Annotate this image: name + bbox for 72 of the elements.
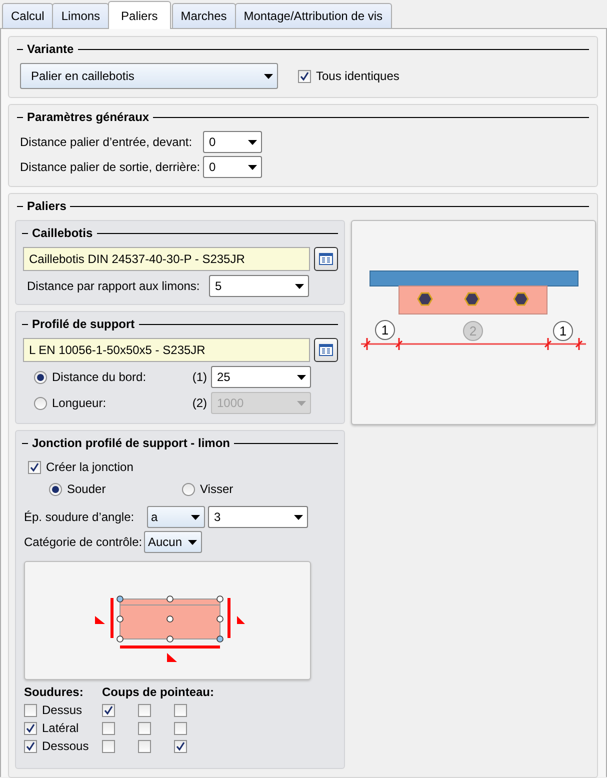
caret-icon	[248, 164, 257, 170]
dropdown[interactable]: 0	[203, 156, 262, 178]
dropdown[interactable]: a	[147, 506, 205, 528]
column-heading: Coups de pointeau:	[102, 685, 215, 699]
catalog-button[interactable]	[314, 338, 338, 362]
checkbox[interactable]	[24, 704, 37, 716]
radio-label: Souder	[67, 482, 106, 496]
caret-icon	[264, 74, 273, 78]
checkbox[interactable]	[24, 740, 37, 752]
material-field[interactable]: Caillebotis DIN 24537-40-30-P - S235JR	[23, 247, 310, 271]
radio-label: Longueur:	[52, 396, 106, 410]
variant-dropdown[interactable]: Palier en caillebotis	[20, 63, 278, 89]
dropdown[interactable]: 0	[203, 131, 262, 153]
caret-icon	[295, 284, 304, 288]
radio-label: Distance du bord:	[52, 370, 146, 384]
tab[interactable]: Calcul	[2, 3, 54, 28]
dropdown[interactable]: Aucun	[144, 531, 202, 553]
group-title: Jonction profilé de support - limon	[32, 436, 230, 450]
checkbox-label: Tous identiques	[316, 69, 400, 83]
radio-button[interactable]	[49, 482, 62, 496]
checkbox[interactable]	[174, 704, 187, 716]
checkbox[interactable]	[102, 722, 115, 734]
caret-icon	[297, 374, 306, 380]
tab[interactable]: Montage/Attribution de vis	[234, 3, 392, 28]
catalog-icon	[319, 344, 333, 356]
radio-label: Visser	[200, 482, 234, 496]
checkbox-label: Dessus	[42, 703, 82, 717]
field-label: Distance palier de sortie, derrière:	[20, 160, 202, 174]
callout-marker: 1	[375, 320, 395, 340]
option-number: (1)	[191, 370, 207, 384]
column-heading: Soudures:	[24, 685, 84, 699]
caret-icon	[191, 514, 200, 520]
checkbox[interactable]	[174, 740, 187, 752]
tab[interactable]: Marches	[172, 3, 236, 28]
dropdown[interactable]: 25	[211, 366, 311, 388]
callout-marker: 1	[553, 321, 573, 341]
dropdown[interactable]: 5	[209, 275, 309, 297]
checkbox[interactable]	[102, 704, 115, 716]
checkbox-label: Créer la jonction	[46, 460, 134, 474]
checkbox[interactable]	[102, 740, 115, 752]
caret-icon	[188, 540, 197, 544]
checkbox[interactable]	[298, 70, 311, 82]
material-field[interactable]: L EN 10056-1-50x50x5 - S235JR	[23, 338, 310, 362]
checkbox[interactable]	[138, 722, 151, 734]
group-title: Caillebotis	[32, 226, 93, 240]
callout-marker: 2	[463, 321, 483, 341]
option-number: (2)	[191, 396, 207, 410]
radio-button[interactable]	[34, 370, 47, 384]
group-title: Paramètres généraux	[27, 110, 150, 124]
checkbox[interactable]	[138, 740, 151, 752]
tab[interactable]: Paliers	[108, 1, 171, 29]
checkbox-label: Dessous	[42, 739, 89, 753]
radio-button[interactable]	[182, 482, 195, 496]
checkbox[interactable]	[138, 704, 151, 716]
field-label: Distance palier d’entrée, devant:	[20, 135, 194, 149]
caret-icon	[248, 140, 257, 144]
field-label: Catégorie de contrôle:	[24, 535, 144, 549]
checkbox[interactable]	[24, 722, 37, 734]
dropdown[interactable]: 3	[208, 506, 308, 528]
group-title: Profilé de support	[32, 317, 135, 331]
checkbox[interactable]	[174, 722, 187, 734]
group-title: Variante	[27, 42, 74, 56]
caret-icon	[297, 400, 306, 406]
checkbox-label: Latéral	[42, 721, 79, 735]
field-label: Ép. soudure d’angle:	[24, 510, 136, 524]
tab[interactable]: Limons	[52, 3, 110, 28]
field-label: Distance par rapport aux limons:	[27, 279, 201, 293]
catalog-icon	[319, 253, 333, 265]
caret-icon	[294, 514, 303, 520]
group-title: Paliers	[27, 199, 66, 213]
catalog-button[interactable]	[314, 247, 338, 271]
checkbox[interactable]	[28, 460, 41, 474]
